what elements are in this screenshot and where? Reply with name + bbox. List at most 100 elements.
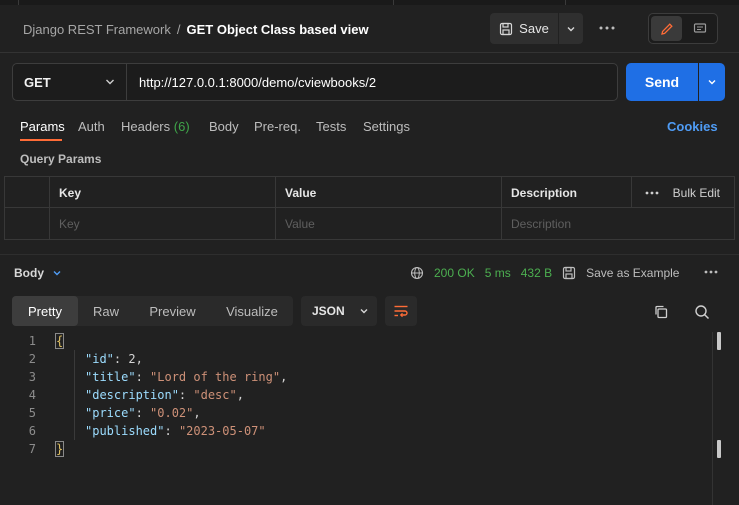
- scrollbar-marker: [717, 332, 721, 350]
- view-tab-preview[interactable]: Preview: [134, 296, 211, 326]
- query-params-table: Key Value Description Bulk Edit Key Valu…: [4, 176, 735, 240]
- breadcrumb: Django REST Framework / GET Object Class b…: [23, 22, 369, 37]
- code-line: 1 {: [0, 332, 700, 350]
- pencil-icon: [660, 22, 673, 35]
- copy-button[interactable]: [650, 301, 672, 323]
- response-time[interactable]: 5 ms: [485, 266, 511, 280]
- view-tab-raw[interactable]: Raw: [78, 296, 134, 326]
- column-key: Key: [49, 177, 275, 208]
- tab-settings[interactable]: Settings: [363, 119, 410, 134]
- chevron-down-icon: [360, 309, 368, 314]
- line-number: 2: [28, 352, 36, 366]
- editor-scrollbar[interactable]: [712, 332, 713, 505]
- line-number: 5: [28, 406, 36, 420]
- json-key: "price": [85, 406, 136, 420]
- format-select[interactable]: JSON: [301, 296, 377, 326]
- json-comma: ,: [135, 352, 143, 366]
- tab-headers-label: Headers: [121, 119, 171, 134]
- wrap-lines-icon: [394, 305, 408, 318]
- column-value: Value: [275, 177, 501, 208]
- response-body-label: Body: [14, 266, 44, 280]
- globe-icon[interactable]: [410, 266, 424, 280]
- save-as-example-button[interactable]: Save as Example: [586, 266, 679, 280]
- key-input[interactable]: Key: [49, 208, 275, 239]
- code-line: 5 "price": "0.02",: [0, 404, 700, 422]
- line-number: 6: [28, 424, 36, 438]
- comment-icon: [693, 22, 706, 33]
- tab-pre-request[interactable]: Pre-req.: [254, 119, 301, 134]
- json-value: "Lord of the ring": [150, 370, 281, 384]
- line-number: 7: [28, 442, 36, 456]
- tab-body[interactable]: Body: [209, 119, 239, 134]
- save-label: Save: [519, 21, 549, 36]
- send-label: Send: [644, 74, 680, 90]
- documentation-button[interactable]: [684, 16, 715, 41]
- scrollbar-marker: [717, 440, 721, 458]
- response-body-editor[interactable]: 1 { 2 "id": 2, 3 "title": "Lord of the r…: [0, 332, 739, 505]
- active-tab-indicator: [20, 139, 62, 141]
- chevron-down-icon: [708, 80, 716, 85]
- cookies-link[interactable]: Cookies: [667, 119, 718, 134]
- search-button[interactable]: [691, 301, 713, 323]
- wrap-lines-button[interactable]: [385, 296, 417, 326]
- json-key: "description": [85, 388, 179, 402]
- json-comma: ,: [280, 370, 288, 384]
- json-value: "0.02": [150, 406, 194, 420]
- line-number: 1: [28, 334, 36, 348]
- send-options-button[interactable]: [699, 63, 725, 101]
- code-line: 4 "description": "desc",: [0, 386, 700, 404]
- status-code[interactable]: 200 OK: [434, 266, 475, 280]
- edit-mode-button[interactable]: [651, 16, 682, 41]
- method-label: GET: [24, 74, 51, 90]
- tab-headers[interactable]: Headers (6): [121, 119, 190, 134]
- response-view-tabs: Pretty Raw Preview Visualize: [12, 296, 293, 326]
- table-header-row: Key Value Description Bulk Edit: [5, 177, 734, 208]
- more-actions-button[interactable]: [596, 18, 618, 38]
- line-number: 4: [28, 388, 36, 402]
- request-title[interactable]: GET Object Class based view: [187, 22, 369, 37]
- tab-params[interactable]: Params: [20, 119, 65, 134]
- save-button[interactable]: Save: [490, 13, 558, 44]
- json-comma: ,: [193, 406, 201, 420]
- tab-auth[interactable]: Auth: [78, 119, 105, 134]
- response-size[interactable]: 432 B: [521, 266, 552, 280]
- json-key: "published": [85, 424, 165, 438]
- code-line: 7 }: [0, 440, 700, 458]
- response-meta: 200 OK 5 ms 432 B Save as Example: [410, 265, 679, 281]
- chevron-down-icon: [106, 79, 114, 85]
- query-params-title: Query Params: [20, 152, 102, 166]
- column-description: Description: [501, 177, 631, 208]
- save-options-button[interactable]: [559, 13, 583, 44]
- response-body-dropdown[interactable]: Body: [14, 266, 62, 280]
- json-value: 2: [128, 352, 136, 366]
- headers-count: (6): [173, 119, 190, 134]
- search-icon: [695, 305, 710, 320]
- table-row: Key Value Description: [5, 208, 734, 239]
- request-tabs: Params Auth Headers (6) Body Pre-req. Te…: [0, 112, 739, 142]
- tab-tests[interactable]: Tests: [316, 119, 346, 134]
- response-more-button[interactable]: [704, 265, 718, 282]
- view-tab-visualize[interactable]: Visualize: [211, 296, 293, 326]
- code-line: 6 "published": "2023-05-07": [0, 422, 700, 440]
- panel-divider[interactable]: [0, 254, 739, 255]
- json-key: "title": [85, 370, 136, 384]
- bulk-edit-button[interactable]: Bulk Edit: [673, 186, 720, 200]
- json-value: "desc": [193, 388, 237, 402]
- bulk-edit-controls: Bulk Edit: [645, 177, 720, 208]
- open-brace: {: [54, 333, 65, 349]
- json-key: "id": [85, 352, 114, 366]
- breadcrumb-collection[interactable]: Django REST Framework: [23, 22, 171, 37]
- url-input[interactable]: [130, 64, 616, 100]
- ellipsis-icon: [599, 26, 615, 30]
- breadcrumb-separator: /: [176, 22, 181, 37]
- chevron-down-icon: [53, 271, 61, 276]
- json-comma: ,: [236, 388, 244, 402]
- close-brace: }: [54, 441, 65, 457]
- value-input[interactable]: Value: [275, 208, 501, 239]
- ellipsis-icon[interactable]: [645, 191, 659, 195]
- ellipsis-icon: [704, 270, 718, 274]
- json-value: "2023-05-07": [178, 424, 266, 438]
- description-input[interactable]: Description: [501, 208, 734, 239]
- view-tab-pretty[interactable]: Pretty: [12, 296, 78, 326]
- send-button[interactable]: Send: [626, 63, 698, 101]
